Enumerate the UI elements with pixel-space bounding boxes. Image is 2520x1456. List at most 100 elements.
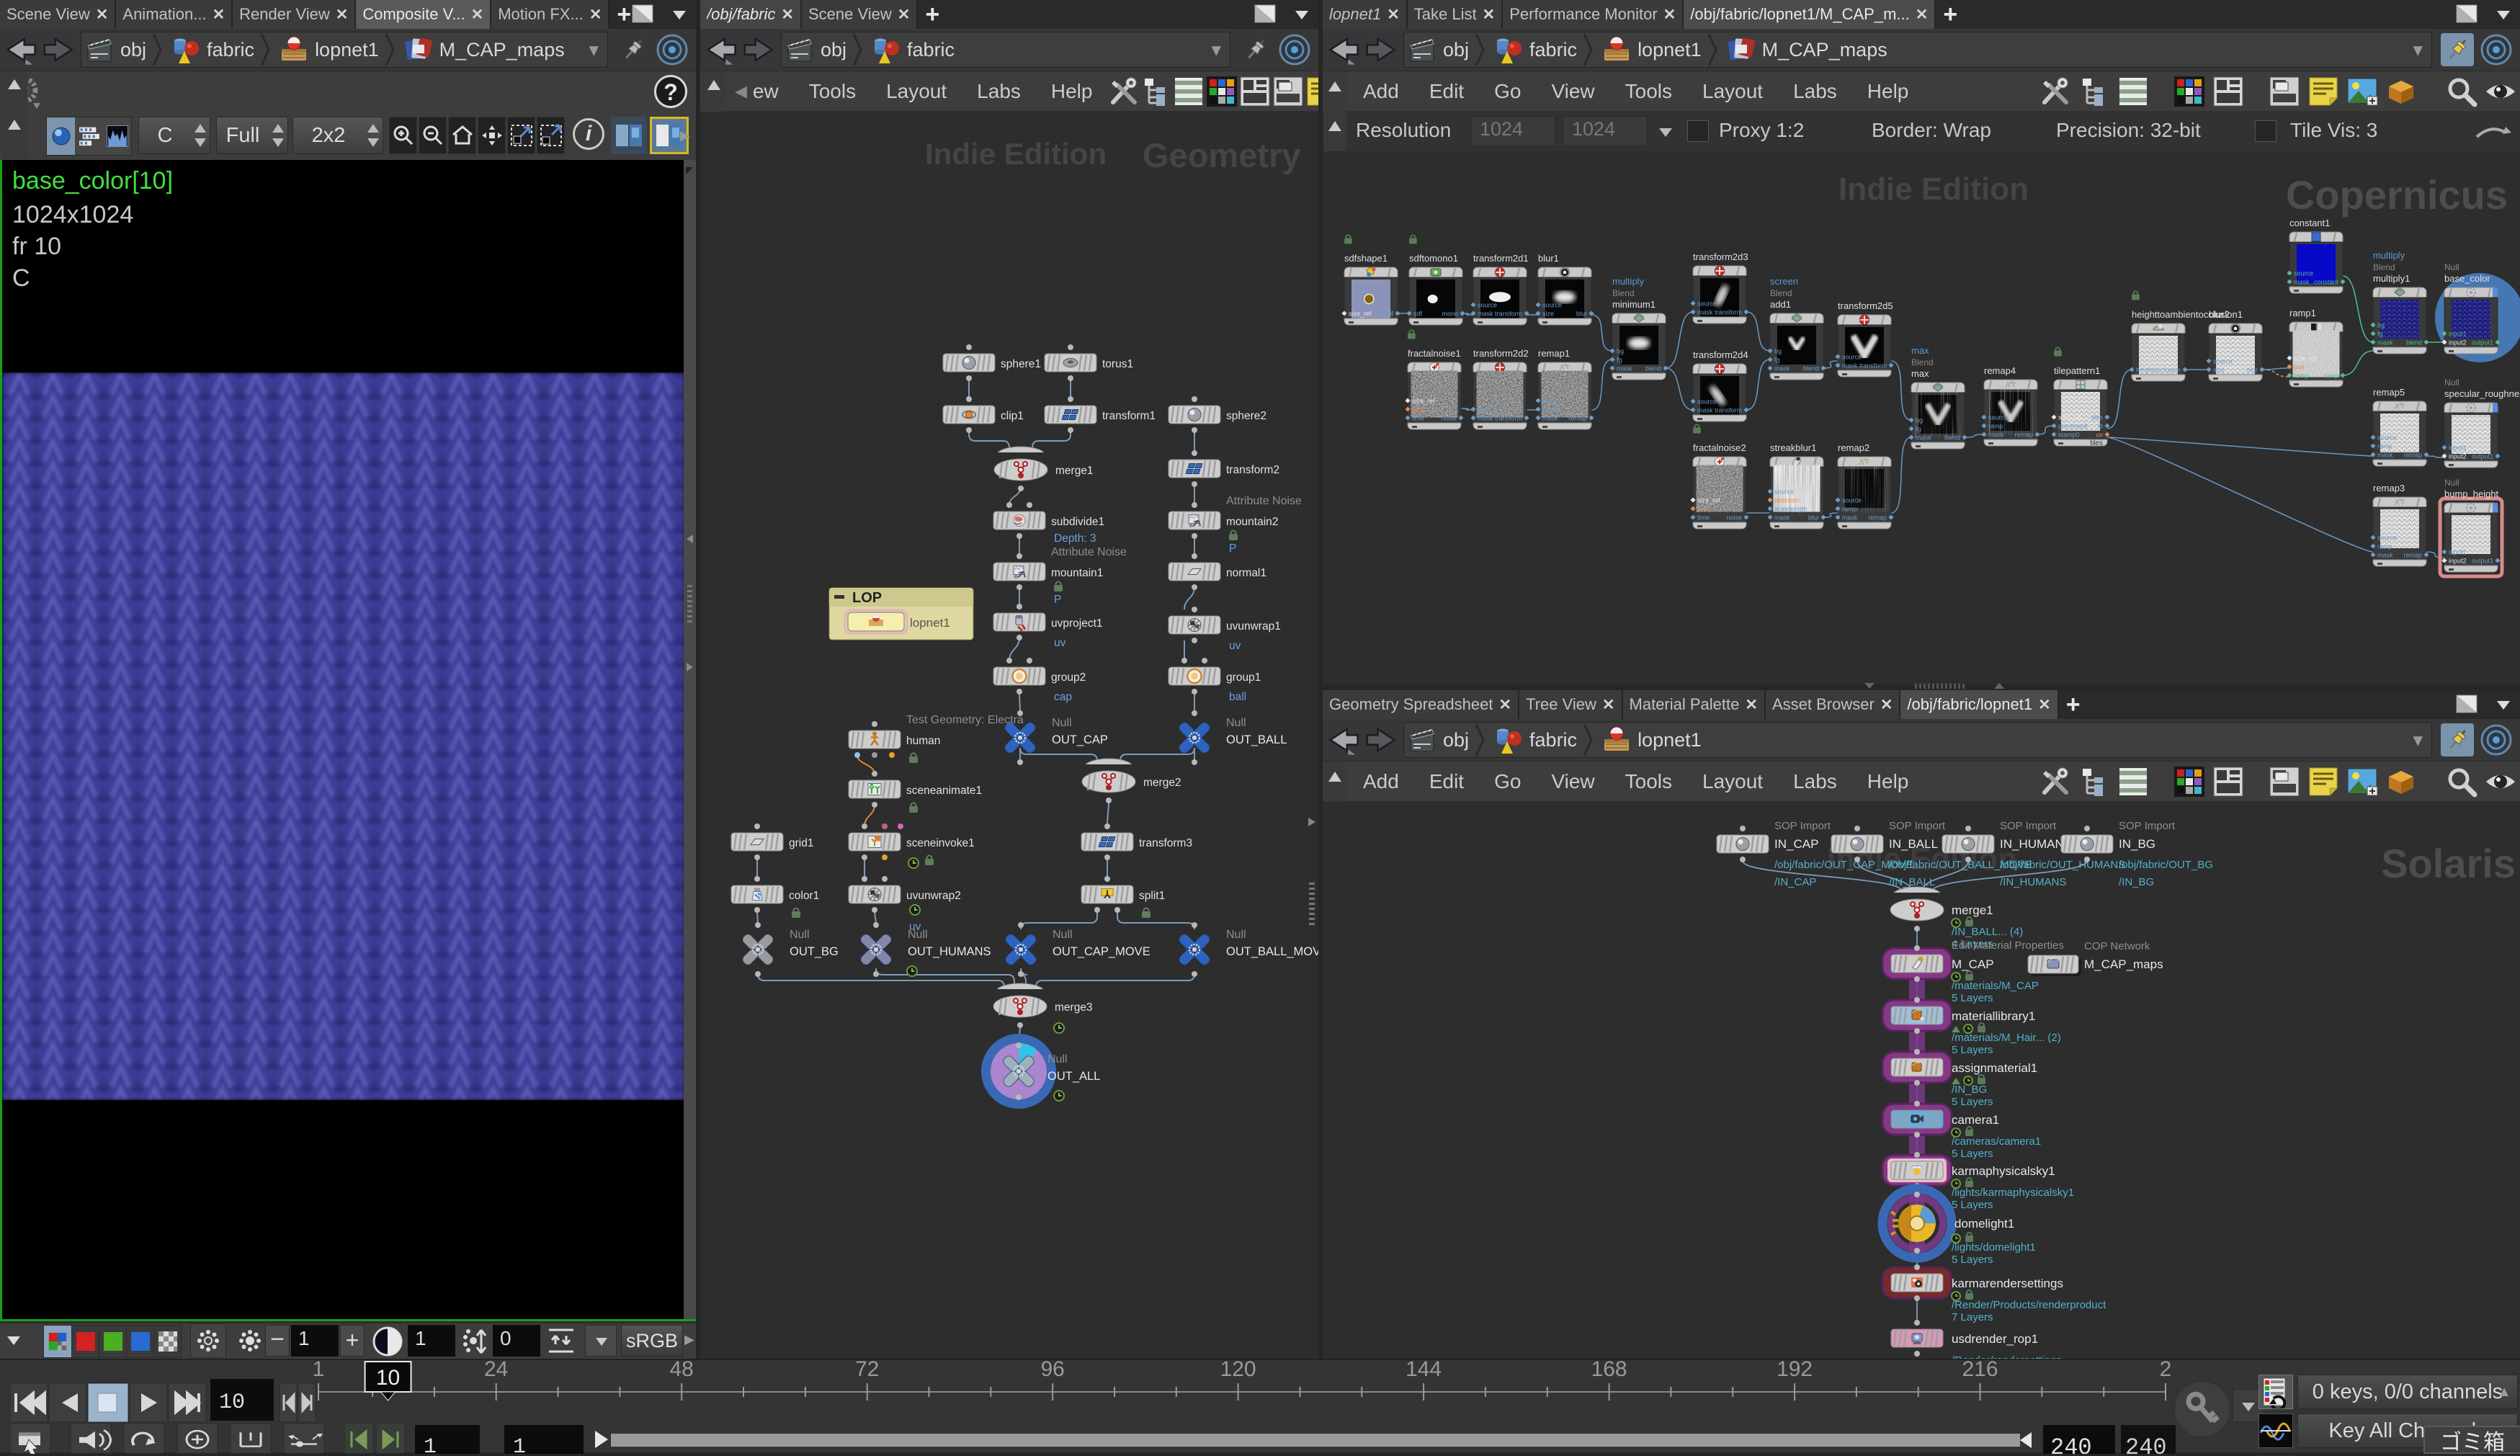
svg-text:P: P [1054, 594, 1061, 606]
svg-text:Null: Null [908, 929, 928, 941]
svg-text:mask: mask [1542, 415, 1558, 422]
svg-text:source: source [1697, 300, 1717, 308]
svg-text:mountain1: mountain1 [1051, 567, 1103, 579]
svg-text:mask: mask [1697, 407, 1713, 414]
svg-text:input2: input2 [2449, 339, 2467, 347]
svg-text:1: 1 [424, 1435, 437, 1454]
svg-text:transform: transform [1715, 309, 1742, 316]
svg-text:source: source [1542, 302, 1562, 309]
svg-text:ramp: ramp [2294, 372, 2309, 380]
svg-text:/IN_BG: /IN_BG [1952, 1084, 1987, 1096]
svg-text:blend: blend [1645, 365, 1661, 372]
svg-text:karmaphysicalsky1: karmaphysicalsky1 [1952, 1164, 2055, 1178]
svg-text:merge1: merge1 [1952, 903, 1993, 917]
svg-text:output1: output1 [2472, 558, 2493, 565]
svg-text:sceneanimate1: sceneanimate1 [906, 785, 982, 797]
svg-text:M_CAP: M_CAP [1952, 957, 1994, 971]
svg-text:sphere1: sphere1 [1001, 358, 1041, 370]
svg-text:48: 48 [670, 1360, 694, 1381]
svg-text:transform: transform [1715, 407, 1742, 414]
svg-text:LOP: LOP [852, 590, 882, 606]
svg-text:blend: blend [1944, 434, 1960, 442]
svg-text:mask: mask [1988, 432, 2004, 439]
svg-text:mask: mask [1697, 309, 1713, 316]
svg-text:output1: output1 [2472, 453, 2493, 460]
svg-text:size_ref: size_ref [1349, 311, 1372, 318]
svg-text:sceneinvoke1: sceneinvoke1 [906, 837, 975, 849]
svg-text:bg: bg [1916, 417, 1923, 424]
svg-text:transform2d4: transform2d4 [1693, 349, 1748, 360]
svg-text:source: source [1697, 398, 1717, 406]
svg-text:ramp: ramp [1842, 506, 1857, 513]
svg-text:sphere2: sphere2 [1226, 410, 1266, 422]
svg-text:tiles: tiles [2090, 439, 2103, 447]
svg-text:torus1: torus1 [1102, 358, 1133, 370]
svg-text:/IN_BG: /IN_BG [2119, 876, 2154, 888]
svg-text:blur: blur [2247, 367, 2258, 374]
svg-text:ramp: ramp [2377, 543, 2392, 550]
svg-text:5 Layers: 5 Layers [1952, 1199, 1993, 1211]
svg-text:mask: mask [1478, 415, 1493, 422]
svg-text:OUT_BALL: OUT_BALL [1226, 733, 1287, 746]
svg-text:remap3: remap3 [2373, 483, 2405, 493]
svg-text:10: 10 [219, 1390, 245, 1415]
svg-text:camera1: camera1 [1952, 1113, 1999, 1127]
svg-text:/IN_CAP: /IN_CAP [1774, 876, 1816, 888]
svg-text:192: 192 [1777, 1360, 1813, 1381]
svg-text:uv: uv [2096, 432, 2103, 439]
svg-text:tiles: tiles [2091, 414, 2104, 421]
svg-text:24: 24 [484, 1360, 508, 1381]
svg-text:240: 240 [2125, 1434, 2167, 1454]
svg-text:max: max [1911, 345, 1929, 356]
svg-text:5 Layers: 5 Layers [1952, 1148, 1993, 1160]
svg-text:mono: mono [1442, 311, 1458, 318]
svg-text:assignmaterial1: assignmaterial1 [1952, 1061, 2037, 1075]
svg-text:OUT_HUMANS: OUT_HUMANS [908, 945, 991, 958]
svg-text:OUT_CAP: OUT_CAP [1052, 733, 1108, 746]
svg-text:direction: direction [1774, 497, 1799, 504]
svg-text:/lights/domelight1: /lights/domelight1 [1952, 1241, 2036, 1254]
svg-text:remap: remap [1568, 415, 1587, 422]
svg-text:/materials/M_Hair... (2): /materials/M_Hair... (2) [1952, 1032, 2061, 1044]
svg-text:sdftomono1: sdftomono1 [1409, 253, 1458, 264]
svg-text:/IN_BALL: /IN_BALL [1889, 876, 1935, 888]
svg-text:Attribute Noise: Attribute Noise [1051, 546, 1127, 558]
svg-text:5 Layers: 5 Layers [1952, 1254, 1993, 1266]
svg-text:color1: color1 [789, 890, 819, 902]
svg-text:source: source [1774, 488, 1794, 496]
svg-text:remap: remap [1868, 514, 1887, 522]
svg-text:source: source [1542, 398, 1562, 405]
svg-text:5 Layers: 5 Layers [1952, 992, 1993, 1004]
svg-text:96: 96 [1041, 1360, 1065, 1381]
svg-text:multiply: multiply [2373, 250, 2405, 261]
svg-text:split1: split1 [1139, 890, 1165, 902]
svg-text:size_ref: size_ref [1697, 497, 1720, 504]
svg-text:tilepattern1: tilepattern1 [2054, 365, 2100, 376]
svg-text:remap: remap [2403, 552, 2422, 559]
svg-text:216: 216 [1962, 1360, 1998, 1381]
svg-text:/IN_HUMANS: /IN_HUMANS [2000, 876, 2067, 888]
svg-text:SOP Import: SOP Import [1889, 820, 1946, 832]
svg-text:remap1: remap1 [1538, 348, 1570, 359]
svg-text:cap: cap [1054, 691, 1072, 703]
svg-text:transform2: transform2 [1226, 464, 1279, 476]
svg-text:source: source [2377, 434, 2397, 442]
svg-text:120: 120 [1220, 1360, 1256, 1381]
svg-text:fg: fg [1774, 357, 1780, 364]
svg-text:240: 240 [2050, 1434, 2092, 1454]
svg-text:streakblur1: streakblur1 [1770, 442, 1816, 453]
svg-text:output1: output1 [2472, 339, 2493, 347]
svg-text:transform2d2: transform2d2 [1473, 348, 1529, 359]
svg-text:IN_BALL: IN_BALL [1889, 837, 1938, 851]
svg-text:id: id [2098, 423, 2103, 430]
svg-text:bg: bg [2377, 322, 2385, 329]
svg-text:mask: mask [1774, 365, 1790, 372]
svg-text:transform2d1: transform2d1 [1473, 253, 1529, 264]
svg-text:5 Layers: 5 Layers [1952, 1044, 1993, 1056]
svg-text:usdrender_rop1: usdrender_rop1 [1952, 1332, 2038, 1346]
svg-text:minimum1: minimum1 [1612, 299, 1656, 310]
svg-text:OUT_ALL: OUT_ALL [1047, 1070, 1100, 1083]
svg-text:transform: transform [1859, 362, 1887, 370]
svg-text:transform2d5: transform2d5 [1838, 300, 1893, 311]
svg-text:mask: mask [2294, 279, 2310, 286]
